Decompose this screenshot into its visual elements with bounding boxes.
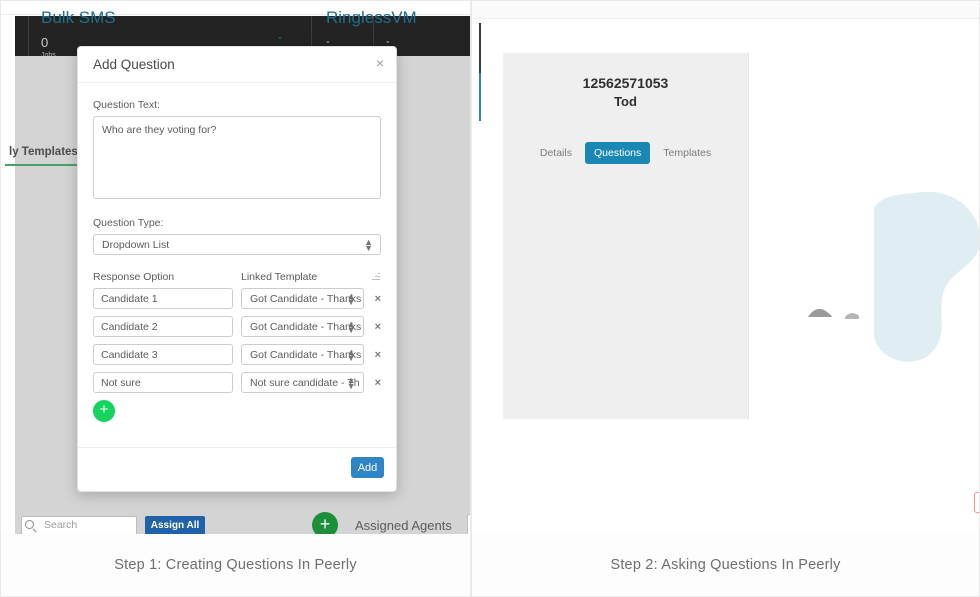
chevron-updown-icon: ▲ ▼ [346,375,356,391]
option-row: Got Candidate - Thanks▲▼ × [93,288,381,309]
contact-name: Tod [614,94,637,109]
decorative-blob-icon [874,191,979,362]
modal-footer: Add [78,447,396,491]
chevron-updown-icon: ▲ ▼ [346,347,356,363]
end-conversation-button[interactable]: End Conversation [974,492,979,513]
contact-tabs: Details Questions Templates [503,142,748,164]
linked-template-select[interactable]: Not sure candidate - Th ▲ ▼ [241,372,364,393]
add-agent-plus-icon[interactable]: + [312,512,338,536]
tab-templates[interactable]: Templates [654,142,720,164]
agents-count-box[interactable] [467,514,470,536]
side-rail-teal [479,73,481,121]
response-option-input[interactable] [93,316,233,337]
contact-phone: 12562571053 [582,75,669,91]
response-option-input[interactable] [93,372,233,393]
linked-template-value: Not sure candidate - Th [250,376,360,389]
right-panel: 12562571053 Tod Details Questions Template… [471,0,980,597]
question-type-select[interactable]: Dropdown List ▲ ▼ [93,234,381,255]
col-response-option: Response Option [93,271,175,283]
option-row: Got Candidate - Thanks▲▼ × [93,316,381,337]
conversation-thread-area [748,53,979,419]
linked-template-value: Got Candidate - Thanks [250,292,362,305]
left-bottom-toolbar: Search Assign All + Assigned Agents [15,498,470,536]
decorative-shape-icon [808,308,832,317]
add-option-button[interactable]: + [93,400,115,422]
question-type-label: Question Type: [93,217,164,229]
add-question-modal: Add Question × Question Text: Who are th… [77,46,397,492]
right-caption: Step 2: Asking Questions In Peerly [472,534,979,596]
response-option-input[interactable] [93,344,233,365]
option-rows-container: Got Candidate - Thanks▲▼×Got Candidate -… [93,288,381,393]
right-app-topbar [472,1,979,19]
assign-all-button[interactable]: Assign All [145,516,205,535]
chevron-updown-icon: ▲ ▼ [346,319,356,335]
right-screenshot: 12562571053 Tod Details Questions Template… [472,1,979,536]
card-bulk-sms-number: 0 [41,35,49,50]
modal-body: Question Text: Who are they voting for? … [78,83,396,422]
question-text-label: Question Text: [93,99,160,111]
card-divider-a [28,16,29,56]
chevron-updown-icon: ▲ ▼ [364,237,373,253]
search-icon [25,520,34,529]
decorative-shape-2-icon [845,313,859,319]
remove-option-icon[interactable]: × [375,377,381,389]
tab-details[interactable]: Details [531,142,581,164]
add-button[interactable]: Add [351,457,384,478]
card-bulk-sms-title: Bulk SMS [41,8,116,27]
linked-template-select[interactable]: Got Candidate - Thanks ▲ ▼ [241,316,364,337]
tab-questions[interactable]: Questions [584,142,651,164]
modal-header: Add Question × [78,47,396,83]
screenshot-root: Bulk SMS 0 Jobs - Delivered RinglessVM -… [0,0,980,597]
assigned-agents-label: Assigned Agents [355,518,452,533]
conversation-actions: End ConversationOpt OutPrev ReplyNext Re… [974,492,979,513]
remove-option-icon[interactable]: × [375,293,381,305]
card-ringlessvm-title: RinglessVM [326,8,417,27]
linked-template-value: Got Candidate - Thanks [250,348,362,361]
option-row: Not sure candidate - Th▲▼ × [93,372,381,393]
tab-reply-templates[interactable]: ly Templates [9,146,78,158]
option-row: Got Candidate - Thanks▲▼ × [93,344,381,365]
linked-template-value: Got Candidate - Thanks [250,320,362,333]
chevron-updown-icon: ▲ ▼ [346,291,356,307]
card-delivered-value: - [278,32,282,44]
question-type-value: Dropdown List [102,238,170,251]
modal-title: Add Question [93,57,175,72]
left-panel: Bulk SMS 0 Jobs - Delivered RinglessVM -… [0,0,471,597]
options-table-header: Response Option Linked Template [93,271,381,283]
col-linked-template: Linked Template [241,271,318,283]
left-screenshot: Bulk SMS 0 Jobs - Delivered RinglessVM -… [1,1,470,536]
linked-template-select[interactable]: Got Candidate - Thanks ▲ ▼ [241,288,364,309]
response-option-input[interactable] [93,288,233,309]
remove-option-icon[interactable]: × [375,321,381,333]
side-rail-dark [479,23,481,73]
left-caption: Step 1: Creating Questions In Peerly [1,534,470,596]
linked-template-select[interactable]: Got Candidate - Thanks ▲ ▼ [241,344,364,365]
close-icon[interactable]: × [376,55,384,71]
question-text-input[interactable]: Who are they voting for? [93,116,381,199]
search-input[interactable]: Search [21,516,137,535]
textarea-resize-handle[interactable] [372,273,380,281]
remove-option-icon[interactable]: × [375,349,381,361]
